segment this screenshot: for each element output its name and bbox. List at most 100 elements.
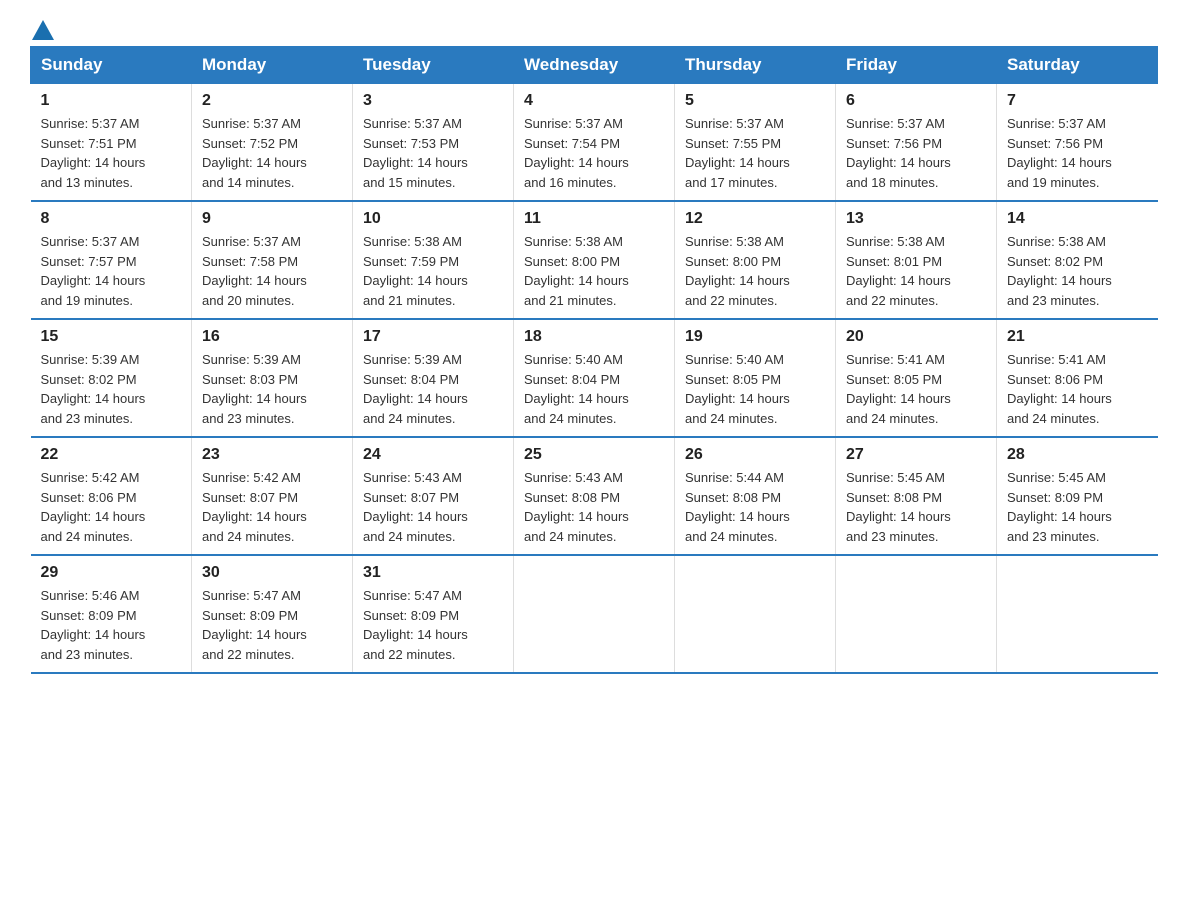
day-number: 22	[41, 446, 182, 464]
day-number: 26	[685, 446, 825, 464]
calendar-cell: 26 Sunrise: 5:44 AMSunset: 8:08 PMDaylig…	[675, 437, 836, 555]
calendar-cell: 23 Sunrise: 5:42 AMSunset: 8:07 PMDaylig…	[192, 437, 353, 555]
header-thursday: Thursday	[675, 47, 836, 84]
day-info: Sunrise: 5:38 AMSunset: 8:01 PMDaylight:…	[846, 232, 986, 310]
calendar-cell: 20 Sunrise: 5:41 AMSunset: 8:05 PMDaylig…	[836, 319, 997, 437]
day-info: Sunrise: 5:37 AMSunset: 7:53 PMDaylight:…	[363, 114, 503, 192]
calendar-cell: 8 Sunrise: 5:37 AMSunset: 7:57 PMDayligh…	[31, 201, 192, 319]
day-number: 27	[846, 446, 986, 464]
calendar-table: SundayMondayTuesdayWednesdayThursdayFrid…	[30, 46, 1158, 674]
calendar-cell: 21 Sunrise: 5:41 AMSunset: 8:06 PMDaylig…	[997, 319, 1158, 437]
calendar-cell: 7 Sunrise: 5:37 AMSunset: 7:56 PMDayligh…	[997, 84, 1158, 202]
day-number: 9	[202, 210, 342, 228]
header-monday: Monday	[192, 47, 353, 84]
day-info: Sunrise: 5:38 AMSunset: 7:59 PMDaylight:…	[363, 232, 503, 310]
calendar-cell: 12 Sunrise: 5:38 AMSunset: 8:00 PMDaylig…	[675, 201, 836, 319]
day-number: 1	[41, 92, 182, 110]
calendar-cell: 19 Sunrise: 5:40 AMSunset: 8:05 PMDaylig…	[675, 319, 836, 437]
day-info: Sunrise: 5:46 AMSunset: 8:09 PMDaylight:…	[41, 586, 182, 664]
day-info: Sunrise: 5:37 AMSunset: 7:51 PMDaylight:…	[41, 114, 182, 192]
page-header	[30, 20, 1158, 36]
calendar-cell: 22 Sunrise: 5:42 AMSunset: 8:06 PMDaylig…	[31, 437, 192, 555]
day-number: 21	[1007, 328, 1148, 346]
day-info: Sunrise: 5:42 AMSunset: 8:07 PMDaylight:…	[202, 468, 342, 546]
day-info: Sunrise: 5:40 AMSunset: 8:05 PMDaylight:…	[685, 350, 825, 428]
calendar-cell: 27 Sunrise: 5:45 AMSunset: 8:08 PMDaylig…	[836, 437, 997, 555]
calendar-cell: 16 Sunrise: 5:39 AMSunset: 8:03 PMDaylig…	[192, 319, 353, 437]
day-number: 16	[202, 328, 342, 346]
day-number: 20	[846, 328, 986, 346]
day-number: 5	[685, 92, 825, 110]
day-info: Sunrise: 5:37 AMSunset: 7:56 PMDaylight:…	[1007, 114, 1148, 192]
calendar-cell: 25 Sunrise: 5:43 AMSunset: 8:08 PMDaylig…	[514, 437, 675, 555]
day-info: Sunrise: 5:37 AMSunset: 7:56 PMDaylight:…	[846, 114, 986, 192]
logo-icon	[32, 20, 54, 40]
day-number: 31	[363, 564, 503, 582]
day-info: Sunrise: 5:37 AMSunset: 7:55 PMDaylight:…	[685, 114, 825, 192]
day-info: Sunrise: 5:41 AMSunset: 8:05 PMDaylight:…	[846, 350, 986, 428]
calendar-cell: 4 Sunrise: 5:37 AMSunset: 7:54 PMDayligh…	[514, 84, 675, 202]
day-number: 13	[846, 210, 986, 228]
day-info: Sunrise: 5:39 AMSunset: 8:04 PMDaylight:…	[363, 350, 503, 428]
day-info: Sunrise: 5:47 AMSunset: 8:09 PMDaylight:…	[363, 586, 503, 664]
day-info: Sunrise: 5:39 AMSunset: 8:03 PMDaylight:…	[202, 350, 342, 428]
day-number: 19	[685, 328, 825, 346]
calendar-cell	[675, 555, 836, 673]
day-info: Sunrise: 5:37 AMSunset: 7:54 PMDaylight:…	[524, 114, 664, 192]
calendar-cell: 15 Sunrise: 5:39 AMSunset: 8:02 PMDaylig…	[31, 319, 192, 437]
day-info: Sunrise: 5:37 AMSunset: 7:57 PMDaylight:…	[41, 232, 182, 310]
day-info: Sunrise: 5:43 AMSunset: 8:08 PMDaylight:…	[524, 468, 664, 546]
week-row-5: 29 Sunrise: 5:46 AMSunset: 8:09 PMDaylig…	[31, 555, 1158, 673]
calendar-cell: 24 Sunrise: 5:43 AMSunset: 8:07 PMDaylig…	[353, 437, 514, 555]
day-number: 30	[202, 564, 342, 582]
calendar-cell: 3 Sunrise: 5:37 AMSunset: 7:53 PMDayligh…	[353, 84, 514, 202]
header-tuesday: Tuesday	[353, 47, 514, 84]
logo	[30, 20, 54, 36]
day-info: Sunrise: 5:43 AMSunset: 8:07 PMDaylight:…	[363, 468, 503, 546]
day-number: 15	[41, 328, 182, 346]
calendar-cell	[836, 555, 997, 673]
day-info: Sunrise: 5:47 AMSunset: 8:09 PMDaylight:…	[202, 586, 342, 664]
day-number: 18	[524, 328, 664, 346]
day-info: Sunrise: 5:37 AMSunset: 7:52 PMDaylight:…	[202, 114, 342, 192]
day-info: Sunrise: 5:38 AMSunset: 8:00 PMDaylight:…	[524, 232, 664, 310]
day-info: Sunrise: 5:45 AMSunset: 8:09 PMDaylight:…	[1007, 468, 1148, 546]
day-number: 2	[202, 92, 342, 110]
day-info: Sunrise: 5:38 AMSunset: 8:00 PMDaylight:…	[685, 232, 825, 310]
calendar-cell: 29 Sunrise: 5:46 AMSunset: 8:09 PMDaylig…	[31, 555, 192, 673]
day-info: Sunrise: 5:37 AMSunset: 7:58 PMDaylight:…	[202, 232, 342, 310]
calendar-cell: 18 Sunrise: 5:40 AMSunset: 8:04 PMDaylig…	[514, 319, 675, 437]
day-number: 8	[41, 210, 182, 228]
header-saturday: Saturday	[997, 47, 1158, 84]
calendar-cell: 9 Sunrise: 5:37 AMSunset: 7:58 PMDayligh…	[192, 201, 353, 319]
calendar-cell	[514, 555, 675, 673]
calendar-cell: 14 Sunrise: 5:38 AMSunset: 8:02 PMDaylig…	[997, 201, 1158, 319]
day-number: 23	[202, 446, 342, 464]
calendar-cell	[997, 555, 1158, 673]
day-number: 7	[1007, 92, 1148, 110]
calendar-cell: 31 Sunrise: 5:47 AMSunset: 8:09 PMDaylig…	[353, 555, 514, 673]
header-wednesday: Wednesday	[514, 47, 675, 84]
day-info: Sunrise: 5:42 AMSunset: 8:06 PMDaylight:…	[41, 468, 182, 546]
calendar-cell: 6 Sunrise: 5:37 AMSunset: 7:56 PMDayligh…	[836, 84, 997, 202]
day-info: Sunrise: 5:44 AMSunset: 8:08 PMDaylight:…	[685, 468, 825, 546]
header-sunday: Sunday	[31, 47, 192, 84]
calendar-cell: 17 Sunrise: 5:39 AMSunset: 8:04 PMDaylig…	[353, 319, 514, 437]
header-friday: Friday	[836, 47, 997, 84]
calendar-cell: 28 Sunrise: 5:45 AMSunset: 8:09 PMDaylig…	[997, 437, 1158, 555]
day-number: 17	[363, 328, 503, 346]
week-row-1: 1 Sunrise: 5:37 AMSunset: 7:51 PMDayligh…	[31, 84, 1158, 202]
day-info: Sunrise: 5:38 AMSunset: 8:02 PMDaylight:…	[1007, 232, 1148, 310]
day-number: 24	[363, 446, 503, 464]
calendar-cell: 13 Sunrise: 5:38 AMSunset: 8:01 PMDaylig…	[836, 201, 997, 319]
day-number: 25	[524, 446, 664, 464]
day-number: 12	[685, 210, 825, 228]
day-info: Sunrise: 5:45 AMSunset: 8:08 PMDaylight:…	[846, 468, 986, 546]
calendar-cell: 11 Sunrise: 5:38 AMSunset: 8:00 PMDaylig…	[514, 201, 675, 319]
day-number: 4	[524, 92, 664, 110]
day-number: 28	[1007, 446, 1148, 464]
week-row-4: 22 Sunrise: 5:42 AMSunset: 8:06 PMDaylig…	[31, 437, 1158, 555]
week-row-3: 15 Sunrise: 5:39 AMSunset: 8:02 PMDaylig…	[31, 319, 1158, 437]
day-number: 14	[1007, 210, 1148, 228]
week-row-2: 8 Sunrise: 5:37 AMSunset: 7:57 PMDayligh…	[31, 201, 1158, 319]
